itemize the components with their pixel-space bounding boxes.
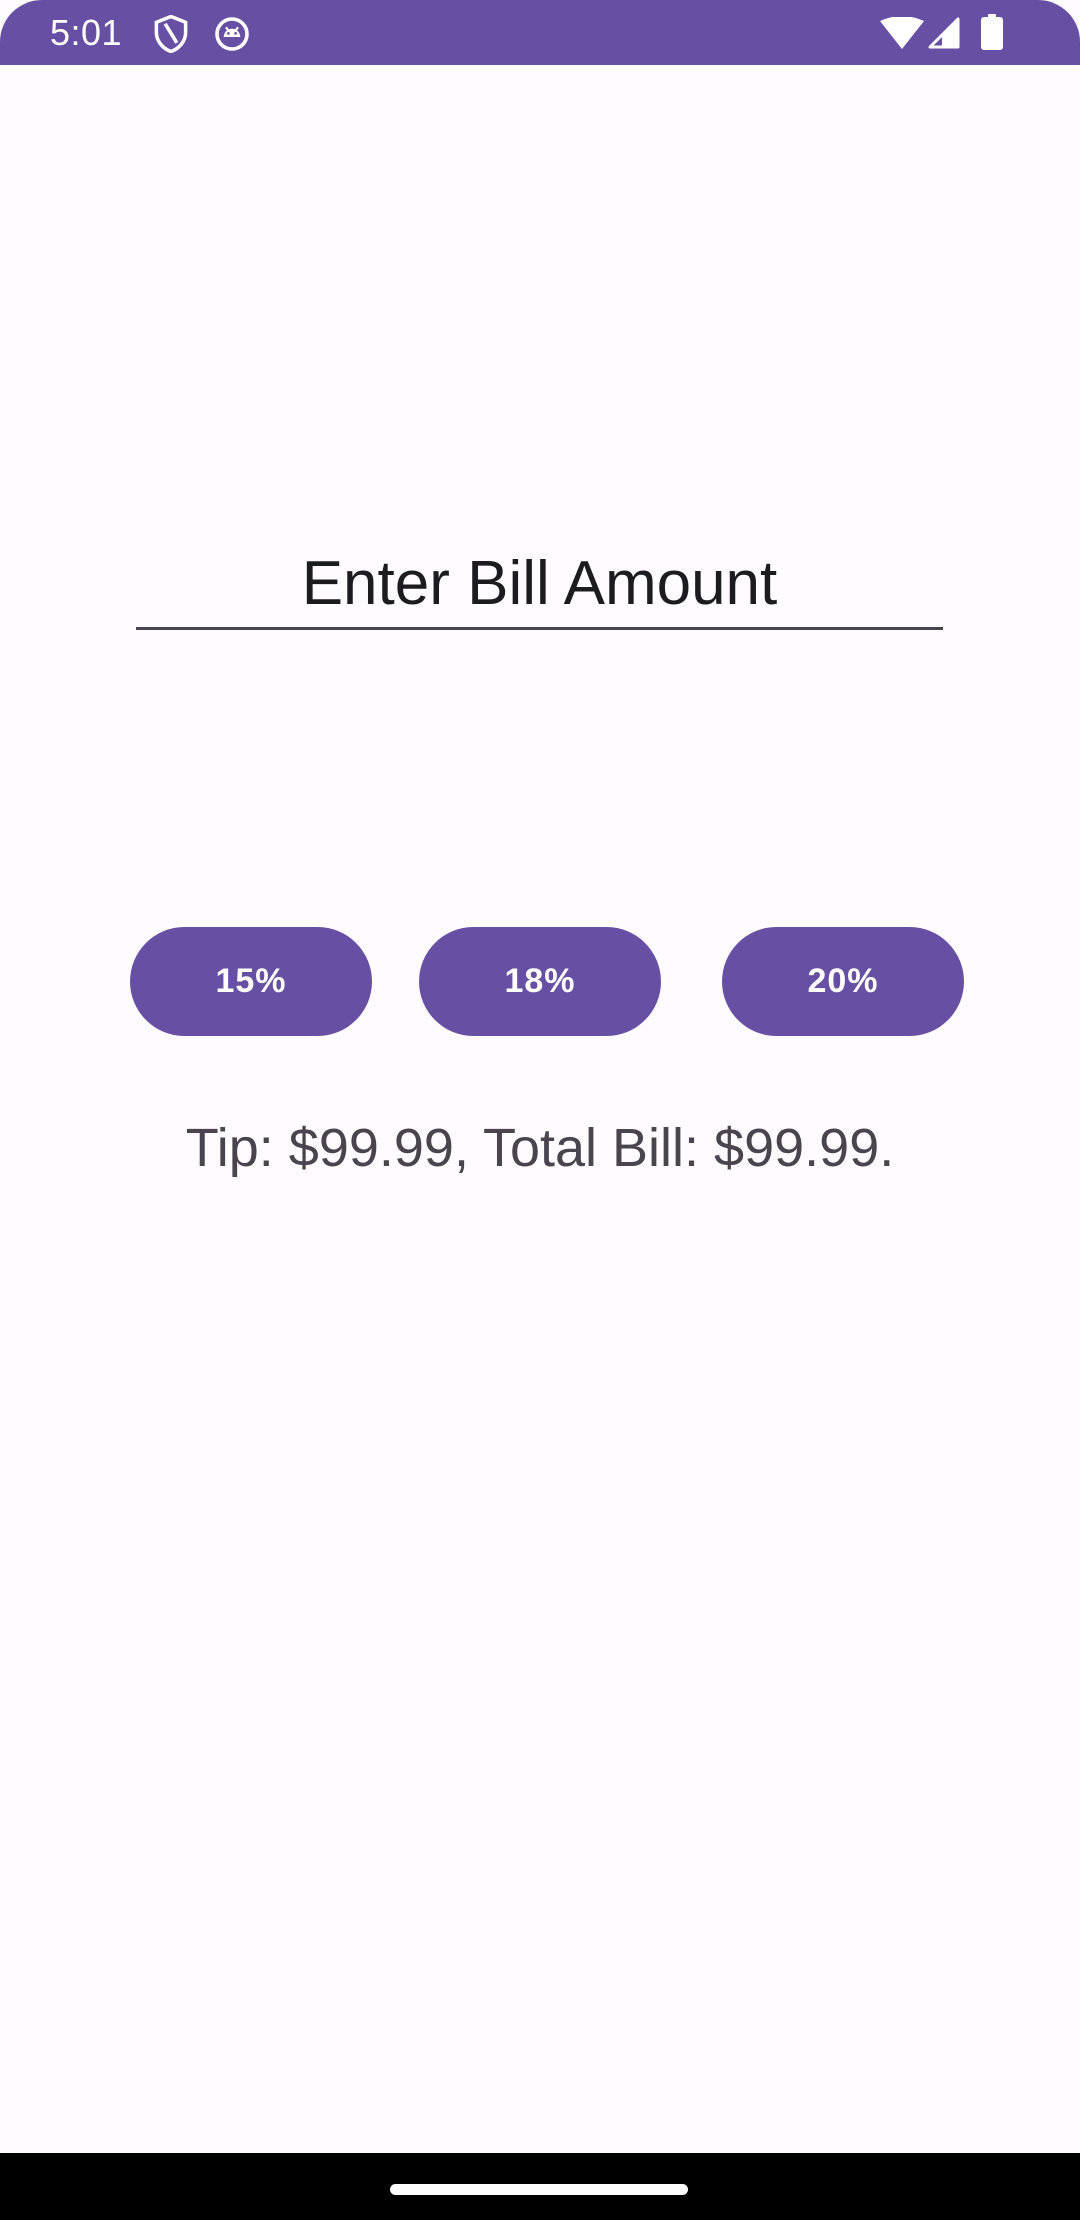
tip-result-text: Tip: $99.99, Total Bill: $99.99. — [185, 1118, 895, 1178]
wifi-icon — [880, 17, 924, 49]
status-time: 5:01 — [50, 12, 123, 53]
shield-icon — [154, 15, 188, 53]
cell-signal-icon — [928, 17, 960, 49]
battery-icon — [981, 14, 1003, 50]
app-screen: 5:01 15% 18% 20% Tip: $99.9 — [0, 0, 1080, 2220]
home-gesture-handle[interactable] — [390, 2184, 688, 2195]
bill-amount-field[interactable] — [136, 540, 943, 630]
bill-amount-input[interactable] — [136, 540, 943, 626]
android-debug-icon — [215, 17, 249, 51]
status-bar: 5:01 — [0, 0, 1080, 65]
tip-18-button[interactable]: 18% — [419, 927, 661, 1036]
tip-15-button[interactable]: 15% — [130, 927, 372, 1036]
tip-20-button[interactable]: 20% — [722, 927, 964, 1036]
navigation-bar — [0, 2153, 1080, 2220]
